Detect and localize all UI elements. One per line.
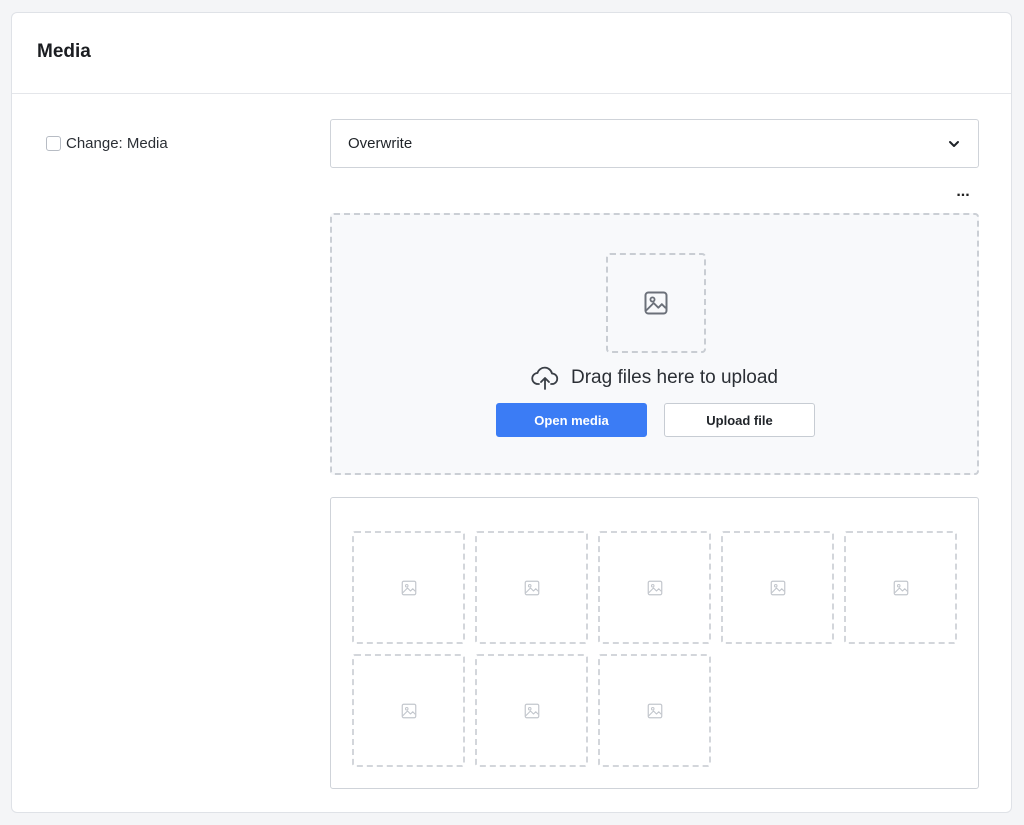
chevron-down-icon (949, 140, 959, 147)
dropzone-message: Drag files here to upload (332, 365, 977, 391)
open-media-button[interactable]: Open media (496, 403, 647, 437)
change-media-label: Change: Media (66, 135, 168, 152)
dropzone-text: Drag files here to upload (570, 367, 778, 388)
gallery-placeholder[interactable] (844, 531, 957, 644)
image-icon (893, 580, 908, 595)
upload-file-button[interactable]: Upload file (664, 403, 815, 437)
card-title: Media (37, 41, 91, 62)
gallery-placeholder[interactable] (352, 654, 465, 767)
more-options-button[interactable]: ... (951, 183, 975, 201)
media-card: Media Change: Media Overwrite ... Drag f… (11, 12, 1012, 813)
gallery-placeholder[interactable] (721, 531, 834, 644)
mode-select[interactable]: Overwrite (330, 119, 979, 168)
cloud-upload-icon (531, 366, 559, 390)
image-icon (524, 703, 539, 718)
image-icon (647, 703, 662, 718)
gallery-grid (352, 531, 957, 767)
image-icon (524, 580, 539, 595)
gallery-placeholder[interactable] (475, 531, 588, 644)
upload-dropzone[interactable]: Drag files here to upload Open media Upl… (330, 213, 979, 475)
dropzone-actions: Open media Upload file (496, 403, 815, 437)
gallery-placeholder[interactable] (598, 654, 711, 767)
mode-select-value: Overwrite (348, 135, 413, 152)
media-gallery (330, 497, 979, 789)
image-icon (770, 580, 785, 595)
image-icon (401, 580, 416, 595)
image-icon (647, 580, 662, 595)
change-media-checkbox[interactable] (46, 136, 61, 151)
change-media-option[interactable]: Change: Media (46, 135, 168, 152)
gallery-placeholder[interactable] (598, 531, 711, 644)
gallery-placeholder[interactable] (475, 654, 588, 767)
gallery-placeholder[interactable] (352, 531, 465, 644)
image-icon (401, 703, 416, 718)
dropzone-preview (606, 253, 706, 353)
image-icon (644, 291, 668, 315)
card-header: Media (12, 13, 1011, 94)
